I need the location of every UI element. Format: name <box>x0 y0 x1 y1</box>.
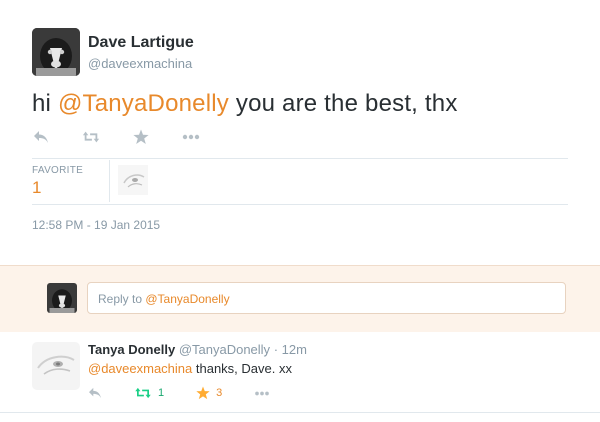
reply-placeholder-mention: @TanyaDonelly <box>145 292 230 306</box>
reply-icon <box>89 387 101 399</box>
more-icon <box>255 391 270 395</box>
reply-box: Reply to @TanyaDonelly <box>0 265 600 333</box>
favoriter-avatar[interactable] <box>118 165 148 195</box>
favorite-count[interactable]: 1 <box>32 178 41 198</box>
reply-favorite-count: 3 <box>216 387 223 399</box>
reply-retweet-count: 1 <box>158 387 165 399</box>
reply-retweet-button[interactable]: 1 <box>134 387 164 399</box>
current-user-avatar <box>47 283 77 313</box>
retweet-icon <box>135 387 151 399</box>
reply-input[interactable]: Reply to @TanyaDonelly <box>87 282 566 314</box>
reply-separator: · <box>273 342 279 357</box>
tweet-actions <box>32 128 232 146</box>
reply-author-avatar[interactable] <box>32 342 80 390</box>
divider-bottom <box>32 204 568 205</box>
more-icon[interactable] <box>182 128 200 146</box>
tweet-timestamp[interactable]: 12:58 PM - 19 Jan 2015 <box>32 218 160 232</box>
favorite-label: FAVORITE <box>32 165 84 176</box>
reply-mention-link[interactable]: @daveexmachina <box>88 361 192 376</box>
reply-author-name[interactable]: Tanya Donelly <box>88 342 175 357</box>
reply-text: @daveexmachina thanks, Dave. xx <box>88 361 292 376</box>
main-tweet: Dave Lartigue @daveexmachina hi @TanyaDo… <box>0 0 600 265</box>
reply-more-button[interactable] <box>254 391 270 396</box>
reply-reply-button[interactable] <box>88 387 102 399</box>
favorite-separator <box>109 160 110 202</box>
reply-icon[interactable] <box>32 128 50 146</box>
star-icon[interactable] <box>132 128 150 146</box>
reply-author-handle[interactable]: @TanyaDonelly <box>179 342 270 357</box>
author-avatar[interactable] <box>32 28 80 76</box>
reply-author-line: Tanya Donelly @TanyaDonelly · 12m <box>88 342 307 357</box>
reply-actions: 1 3 <box>88 386 302 400</box>
reply-favorite-button[interactable]: 3 <box>196 386 222 400</box>
tweet-text-suffix: you are the best, thx <box>229 90 458 117</box>
tweet-text: hi @TanyaDonelly you are the best, thx <box>32 90 458 118</box>
author-handle[interactable]: @daveexmachina <box>88 56 192 71</box>
bottom-divider <box>0 412 600 413</box>
reply-text-body: thanks, Dave. xx <box>192 361 292 376</box>
retweet-icon[interactable] <box>82 128 100 146</box>
star-icon <box>196 386 210 400</box>
reply-placeholder-prefix: Reply to <box>98 292 146 306</box>
reply-time[interactable]: 12m <box>282 342 307 357</box>
tweet-text-prefix: hi <box>32 90 58 117</box>
tweet-mention-link[interactable]: @TanyaDonelly <box>58 90 229 117</box>
author-name[interactable]: Dave Lartigue <box>88 34 194 52</box>
divider-top <box>32 158 568 159</box>
